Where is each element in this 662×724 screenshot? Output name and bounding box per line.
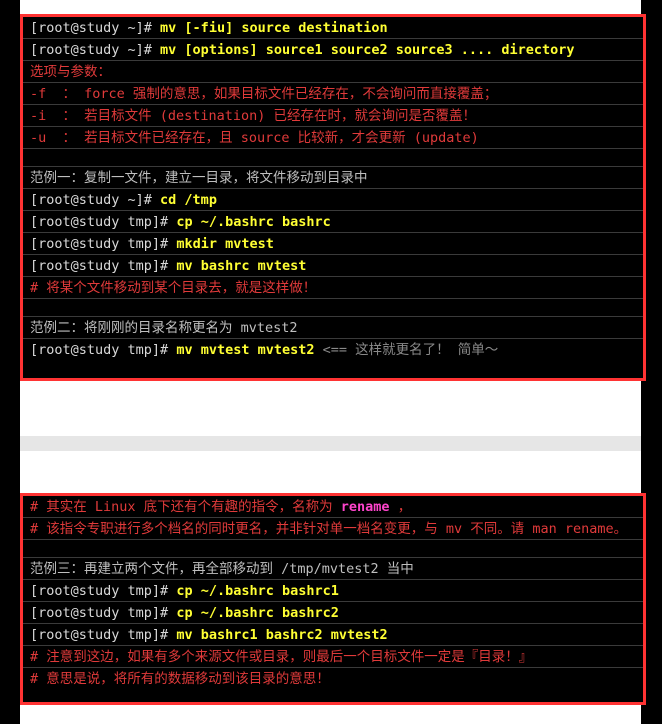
shell-command: cp ~/.bashrc bashrc	[176, 214, 331, 230]
terminal-example-heading: 范例三：再建立两个文件，再全部移动到 /tmp/mvtest2 当中	[23, 558, 643, 580]
terminal-command-line: [root@study ~]# cd /tmp	[23, 189, 643, 211]
terminal-comment-line: # 将某个文件移动到某个目录去，就是这样做！	[23, 277, 643, 299]
blank-text	[30, 541, 38, 557]
shell-command: mkdir mvtest	[176, 236, 274, 252]
comment-text: -u ： 若目标文件已经存在，且 source 比较新，才会更新 (update…	[30, 130, 479, 146]
code-block-mv-usage: [root@study ~]# mv [-fiu] source destina…	[20, 14, 646, 381]
terminal-comment-line: # 注意到这边，如果有多个来源文件或目录，则最后一个目标文件一定是『目录！』	[23, 646, 643, 668]
code-lines: [root@study ~]# mv [-fiu] source destina…	[23, 17, 643, 361]
comment-text: # 意思是说，将所有的数据移动到该目录的意思！	[30, 671, 330, 687]
example-heading-text: 范例一：复制一文件，建立一目录，将文件移动到目录中	[30, 170, 368, 186]
shell-prompt: [root@study tmp]#	[30, 258, 177, 274]
shell-command: mv [options] source1 source2 source3 ...…	[160, 42, 575, 58]
code-lines: # 其实在 Linux 底下还有个有趣的指令，名称为 rename ， # 该指令…	[23, 496, 643, 690]
shell-command: cp ~/.bashrc bashrc1	[176, 583, 339, 599]
shell-prompt: [root@study tmp]#	[30, 627, 177, 643]
shell-command: mv [-fiu] source destination	[160, 20, 388, 36]
terminal-comment-line: -f ： force 强制的意思，如果目标文件已经存在，不会询问而直接覆盖；	[23, 83, 643, 105]
example-heading-text: 范例三：再建立两个文件，再全部移动到 /tmp/mvtest2 当中	[30, 561, 414, 577]
comment-text: 选项与参数：	[30, 64, 111, 80]
section-divider-band	[20, 436, 641, 451]
terminal-command-line: [root@study tmp]# mv bashrc mvtest	[23, 255, 643, 277]
shell-command: mv mvtest mvtest2	[176, 342, 315, 358]
comment-text: # 注意到这边，如果有多个来源文件或目录，则最后一个目标文件一定是『目录！』	[30, 649, 533, 665]
terminal-blank-line	[23, 299, 643, 317]
comment-text: ，	[389, 499, 412, 515]
terminal-example-heading: 范例二：将刚刚的目录名称更名为 mvtest2	[23, 317, 643, 339]
comment-text: # 将某个文件移动到某个目录去，就是这样做！	[30, 280, 317, 296]
example-heading-text: 范例二：将刚刚的目录名称更名为 mvtest2	[30, 320, 298, 336]
keyword-rename: rename	[340, 499, 390, 515]
terminal-blank-line	[23, 540, 643, 558]
shell-command: mv bashrc1 bashrc2 mvtest2	[176, 627, 388, 643]
terminal-command-line: [root@study tmp]# cp ~/.bashrc bashrc1	[23, 580, 643, 602]
terminal-command-line: [root@study tmp]# mv bashrc1 bashrc2 mvt…	[23, 624, 643, 646]
shell-command: cd /tmp	[160, 192, 217, 208]
terminal-command-line: [root@study tmp]# mv mvtest mvtest2 <== …	[23, 339, 643, 361]
comment-text: -f ： force 强制的意思，如果目标文件已经存在，不会询问而直接覆盖；	[30, 86, 498, 102]
shell-prompt: [root@study tmp]#	[30, 342, 177, 358]
comment-text: # 该指令专职进行多个档名的同时更名，并非针对单一档名变更，与 mv 不同。请 …	[30, 521, 628, 537]
shell-command: mv bashrc mvtest	[176, 258, 307, 274]
terminal-command-line: [root@study tmp]# cp ~/.bashrc bashrc2	[23, 602, 643, 624]
inline-annotation: <== 这样就更名了！ 简单～	[314, 342, 499, 358]
code-block-rename-note: # 其实在 Linux 底下还有个有趣的指令，名称为 rename ， # 该指令…	[20, 493, 646, 705]
shell-prompt: [root@study tmp]#	[30, 236, 177, 252]
terminal-comment-line: # 其实在 Linux 底下还有个有趣的指令，名称为 rename ，	[23, 496, 643, 518]
comment-text: # 其实在 Linux 底下还有个有趣的指令，名称为	[30, 499, 341, 515]
terminal-comment-line: -i ： 若目标文件 (destination) 已经存在时，就会询问是否覆盖！	[23, 105, 643, 127]
shell-command: cp ~/.bashrc bashrc2	[176, 605, 339, 621]
terminal-comment-line: # 意思是说，将所有的数据移动到该目录的意思！	[23, 668, 643, 690]
terminal-blank-line	[23, 149, 643, 167]
shell-prompt: [root@study ~]#	[30, 192, 161, 208]
shell-prompt: [root@study tmp]#	[30, 605, 177, 621]
terminal-comment-line: 选项与参数：	[23, 61, 643, 83]
shell-prompt: [root@study ~]#	[30, 42, 161, 58]
blank-text	[30, 150, 38, 166]
shell-prompt: [root@study tmp]#	[30, 583, 177, 599]
shell-prompt: [root@study tmp]#	[30, 214, 177, 230]
terminal-command-line: [root@study ~]# mv [-fiu] source destina…	[23, 17, 643, 39]
terminal-command-line: [root@study ~]# mv [options] source1 sou…	[23, 39, 643, 61]
terminal-comment-line: -u ： 若目标文件已经存在，且 source 比较新，才会更新 (update…	[23, 127, 643, 149]
terminal-command-line: [root@study tmp]# mkdir mvtest	[23, 233, 643, 255]
blank-text	[30, 300, 38, 316]
terminal-comment-line: # 该指令专职进行多个档名的同时更名，并非针对单一档名变更，与 mv 不同。请 …	[23, 518, 643, 540]
terminal-command-line: [root@study tmp]# cp ~/.bashrc bashrc	[23, 211, 643, 233]
terminal-example-heading: 范例一：复制一文件，建立一目录，将文件移动到目录中	[23, 167, 643, 189]
shell-prompt: [root@study ~]#	[30, 20, 161, 36]
comment-text: -i ： 若目标文件 (destination) 已经存在时，就会询问是否覆盖！	[30, 108, 477, 124]
